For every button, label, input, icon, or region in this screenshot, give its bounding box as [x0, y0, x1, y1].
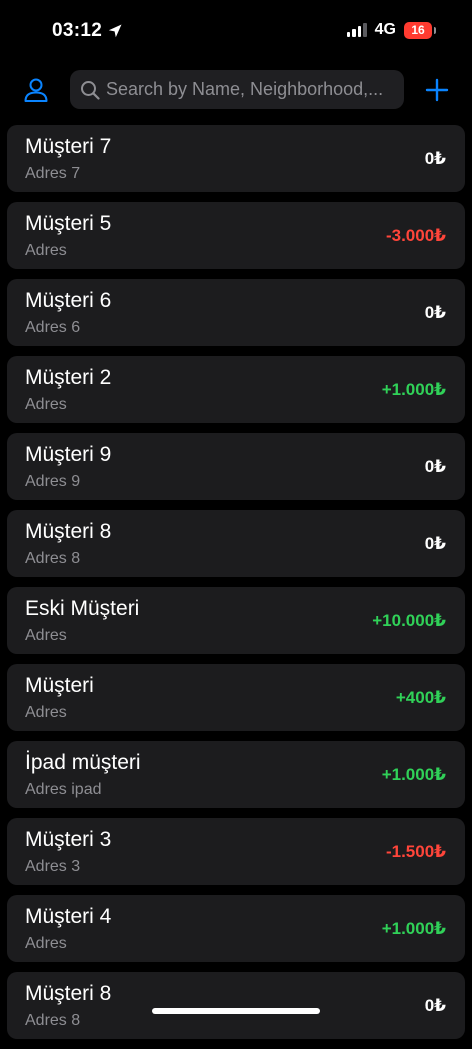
customer-name: Müşteri 8: [25, 520, 112, 543]
customer-balance: +10.000₺: [372, 611, 446, 630]
customer-address: Adres ipad: [25, 781, 102, 798]
location-arrow-icon: [108, 24, 122, 38]
customer-name: Müşteri 2: [25, 366, 112, 389]
customer-address: Adres 6: [25, 319, 81, 336]
customer-address: Adres: [25, 396, 67, 413]
customer-balance: +1.000₺: [381, 919, 446, 938]
customer-balance: +400₺: [395, 688, 446, 707]
customer-address: Adres: [25, 627, 67, 644]
status-indicators: 4G 16: [346, 21, 436, 39]
customer-address: Adres 7: [25, 165, 81, 182]
customer-address: Adres 8: [25, 1012, 81, 1029]
customer-balance: -1.500₺: [385, 842, 446, 861]
customer-name: Müşteri 7: [25, 135, 112, 158]
battery-level: 16: [411, 23, 425, 37]
status-time: 03:12: [52, 20, 123, 42]
customer-row[interactable]: Müşteri Adres +400₺: [7, 664, 465, 731]
customer-balance: +1.000₺: [381, 380, 446, 399]
customer-name: Eski Müşteri: [25, 597, 140, 620]
cellular-signal-icon: [346, 23, 367, 37]
customer-address: Adres: [25, 704, 67, 721]
customer-row[interactable]: Müşteri 8 Adres 8 0₺: [7, 510, 465, 577]
battery-icon: 16: [404, 21, 436, 39]
customer-row[interactable]: Müşteri 6 Adres 6 0₺: [7, 279, 465, 346]
customer-row[interactable]: Müşteri 7 Adres 7 0₺: [7, 125, 465, 192]
customer-address: Adres: [25, 935, 67, 952]
customer-name: İpad müşteri: [25, 751, 141, 774]
customer-address: Adres 9: [25, 473, 81, 490]
network-type: 4G: [374, 21, 396, 38]
customer-address: Adres 3: [25, 858, 81, 875]
customer-name: Müşteri 8: [25, 982, 112, 1005]
customer-balance: 0₺: [424, 996, 446, 1015]
customer-name: Müşteri 5: [25, 212, 112, 235]
plus-icon[interactable]: [424, 77, 450, 103]
header-bar: [0, 70, 472, 110]
customer-row[interactable]: Eski Müşteri Adres +10.000₺: [7, 587, 465, 654]
customer-list: Müşteri 7 Adres 7 0₺ Müşteri 5 Adres -3.…: [7, 125, 465, 1049]
search-input[interactable]: [106, 79, 396, 100]
customer-name: Müşteri 4: [25, 905, 112, 928]
customer-balance: 0₺: [424, 149, 446, 168]
customer-row[interactable]: İpad müşteri Adres ipad +1.000₺: [7, 741, 465, 808]
customer-balance: 0₺: [424, 303, 446, 322]
status-time-label: 03:12: [52, 20, 103, 41]
customer-row[interactable]: Müşteri 3 Adres 3 -1.500₺: [7, 818, 465, 885]
customer-row[interactable]: Müşteri 8 Adres 8 0₺: [7, 972, 465, 1039]
search-bar[interactable]: [70, 70, 404, 109]
customer-balance: 0₺: [424, 534, 446, 553]
customer-row[interactable]: Müşteri 5 Adres -3.000₺: [7, 202, 465, 269]
status-bar: 03:12 4G 16: [0, 0, 472, 64]
customer-name: Müşteri 9: [25, 443, 112, 466]
customer-name: Müşteri: [25, 674, 94, 697]
customer-address: Adres: [25, 242, 67, 259]
customer-row[interactable]: Müşteri 9 Adres 9 0₺: [7, 433, 465, 500]
search-icon: [81, 80, 100, 100]
home-indicator[interactable]: [152, 1008, 320, 1014]
customer-name: Müşteri 3: [25, 828, 112, 851]
customer-balance: +1.000₺: [381, 765, 446, 784]
customer-address: Adres 8: [25, 550, 81, 567]
customer-row[interactable]: Müşteri 2 Adres +1.000₺: [7, 356, 465, 423]
customer-row[interactable]: Müşteri 4 Adres +1.000₺: [7, 895, 465, 962]
customer-balance: -3.000₺: [385, 226, 446, 245]
person-icon[interactable]: [22, 76, 50, 104]
customer-balance: 0₺: [424, 457, 446, 476]
customer-name: Müşteri 6: [25, 289, 112, 312]
